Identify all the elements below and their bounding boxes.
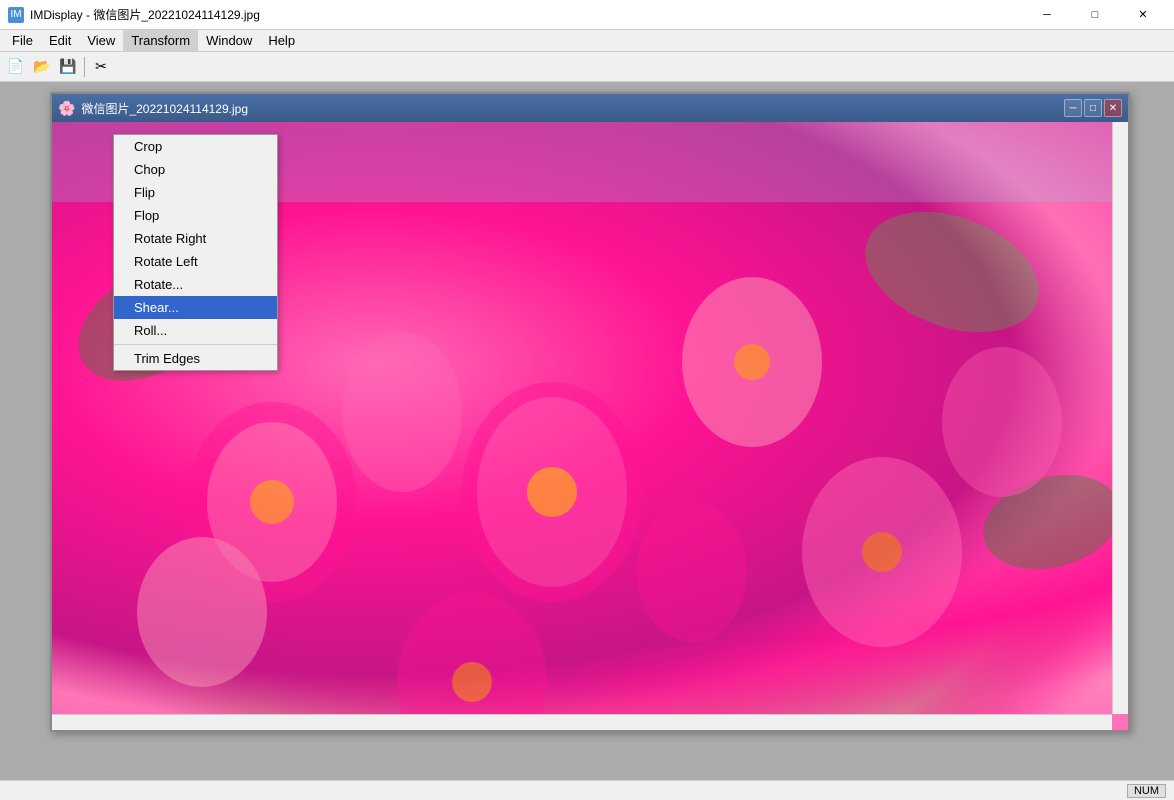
menu-item-trim-edges[interactable]: Trim Edges	[114, 347, 277, 370]
menu-item-roll[interactable]: Roll...	[114, 319, 277, 342]
menu-item-crop[interactable]: Crop	[114, 135, 277, 158]
transform-dropdown-menu: Crop Chop Flip Flop Rotate Right Rotate …	[113, 134, 278, 371]
save-button[interactable]: 💾	[56, 55, 80, 79]
minimize-button[interactable]: ─	[1024, 0, 1070, 30]
menu-file[interactable]: File	[4, 30, 41, 51]
app-icon: IM	[8, 7, 24, 23]
main-content: 🌸 微信图片_20221024114129.jpg ─ □ ✕	[0, 82, 1174, 800]
menu-view[interactable]: View	[79, 30, 123, 51]
image-close-button[interactable]: ✕	[1104, 99, 1122, 117]
menu-item-rotate[interactable]: Rotate...	[114, 273, 277, 296]
image-maximize-button[interactable]: □	[1084, 99, 1102, 117]
open-button[interactable]: 📂	[30, 55, 54, 79]
menu-item-flop[interactable]: Flop	[114, 204, 277, 227]
image-window-title-text: 微信图片_20221024114129.jpg	[81, 100, 248, 117]
menu-item-chop[interactable]: Chop	[114, 158, 277, 181]
vertical-scrollbar[interactable]	[1112, 122, 1128, 714]
toolbar: 📄 📂 💾 ✂	[0, 52, 1174, 82]
toolbar-separator	[84, 57, 85, 77]
image-window-title: 🌸 微信图片_20221024114129.jpg	[58, 100, 248, 117]
status-bar: NUM	[0, 780, 1174, 800]
menu-transform[interactable]: Transform	[123, 30, 198, 51]
menu-item-rotate-left[interactable]: Rotate Left	[114, 250, 277, 273]
menu-bar: File Edit View Transform Window Help	[0, 30, 1174, 52]
close-button[interactable]: ✕	[1120, 0, 1166, 30]
title-bar: IM IMDisplay - 微信图片_20221024114129.jpg ─…	[0, 0, 1174, 30]
image-window-titlebar: 🌸 微信图片_20221024114129.jpg ─ □ ✕	[52, 94, 1128, 122]
new-button[interactable]: 📄	[4, 55, 28, 79]
num-lock-indicator: NUM	[1127, 784, 1166, 798]
image-minimize-button[interactable]: ─	[1064, 99, 1082, 117]
title-text: IMDisplay - 微信图片_20221024114129.jpg	[30, 6, 260, 23]
menu-item-rotate-right[interactable]: Rotate Right	[114, 227, 277, 250]
menu-help[interactable]: Help	[260, 30, 303, 51]
menu-item-flip[interactable]: Flip	[114, 181, 277, 204]
menu-window[interactable]: Window	[198, 30, 260, 51]
menu-separator	[114, 344, 277, 345]
menu-item-shear[interactable]: Shear...	[114, 296, 277, 319]
title-controls: ─ □ ✕	[1024, 0, 1166, 30]
image-window-icon: 🌸	[58, 100, 75, 117]
title-bar-left: IM IMDisplay - 微信图片_20221024114129.jpg	[8, 6, 260, 23]
menu-edit[interactable]: Edit	[41, 30, 79, 51]
cut-button[interactable]: ✂	[89, 55, 113, 79]
image-window-controls: ─ □ ✕	[1064, 99, 1122, 117]
horizontal-scrollbar[interactable]	[52, 714, 1112, 730]
maximize-button[interactable]: □	[1072, 0, 1118, 30]
